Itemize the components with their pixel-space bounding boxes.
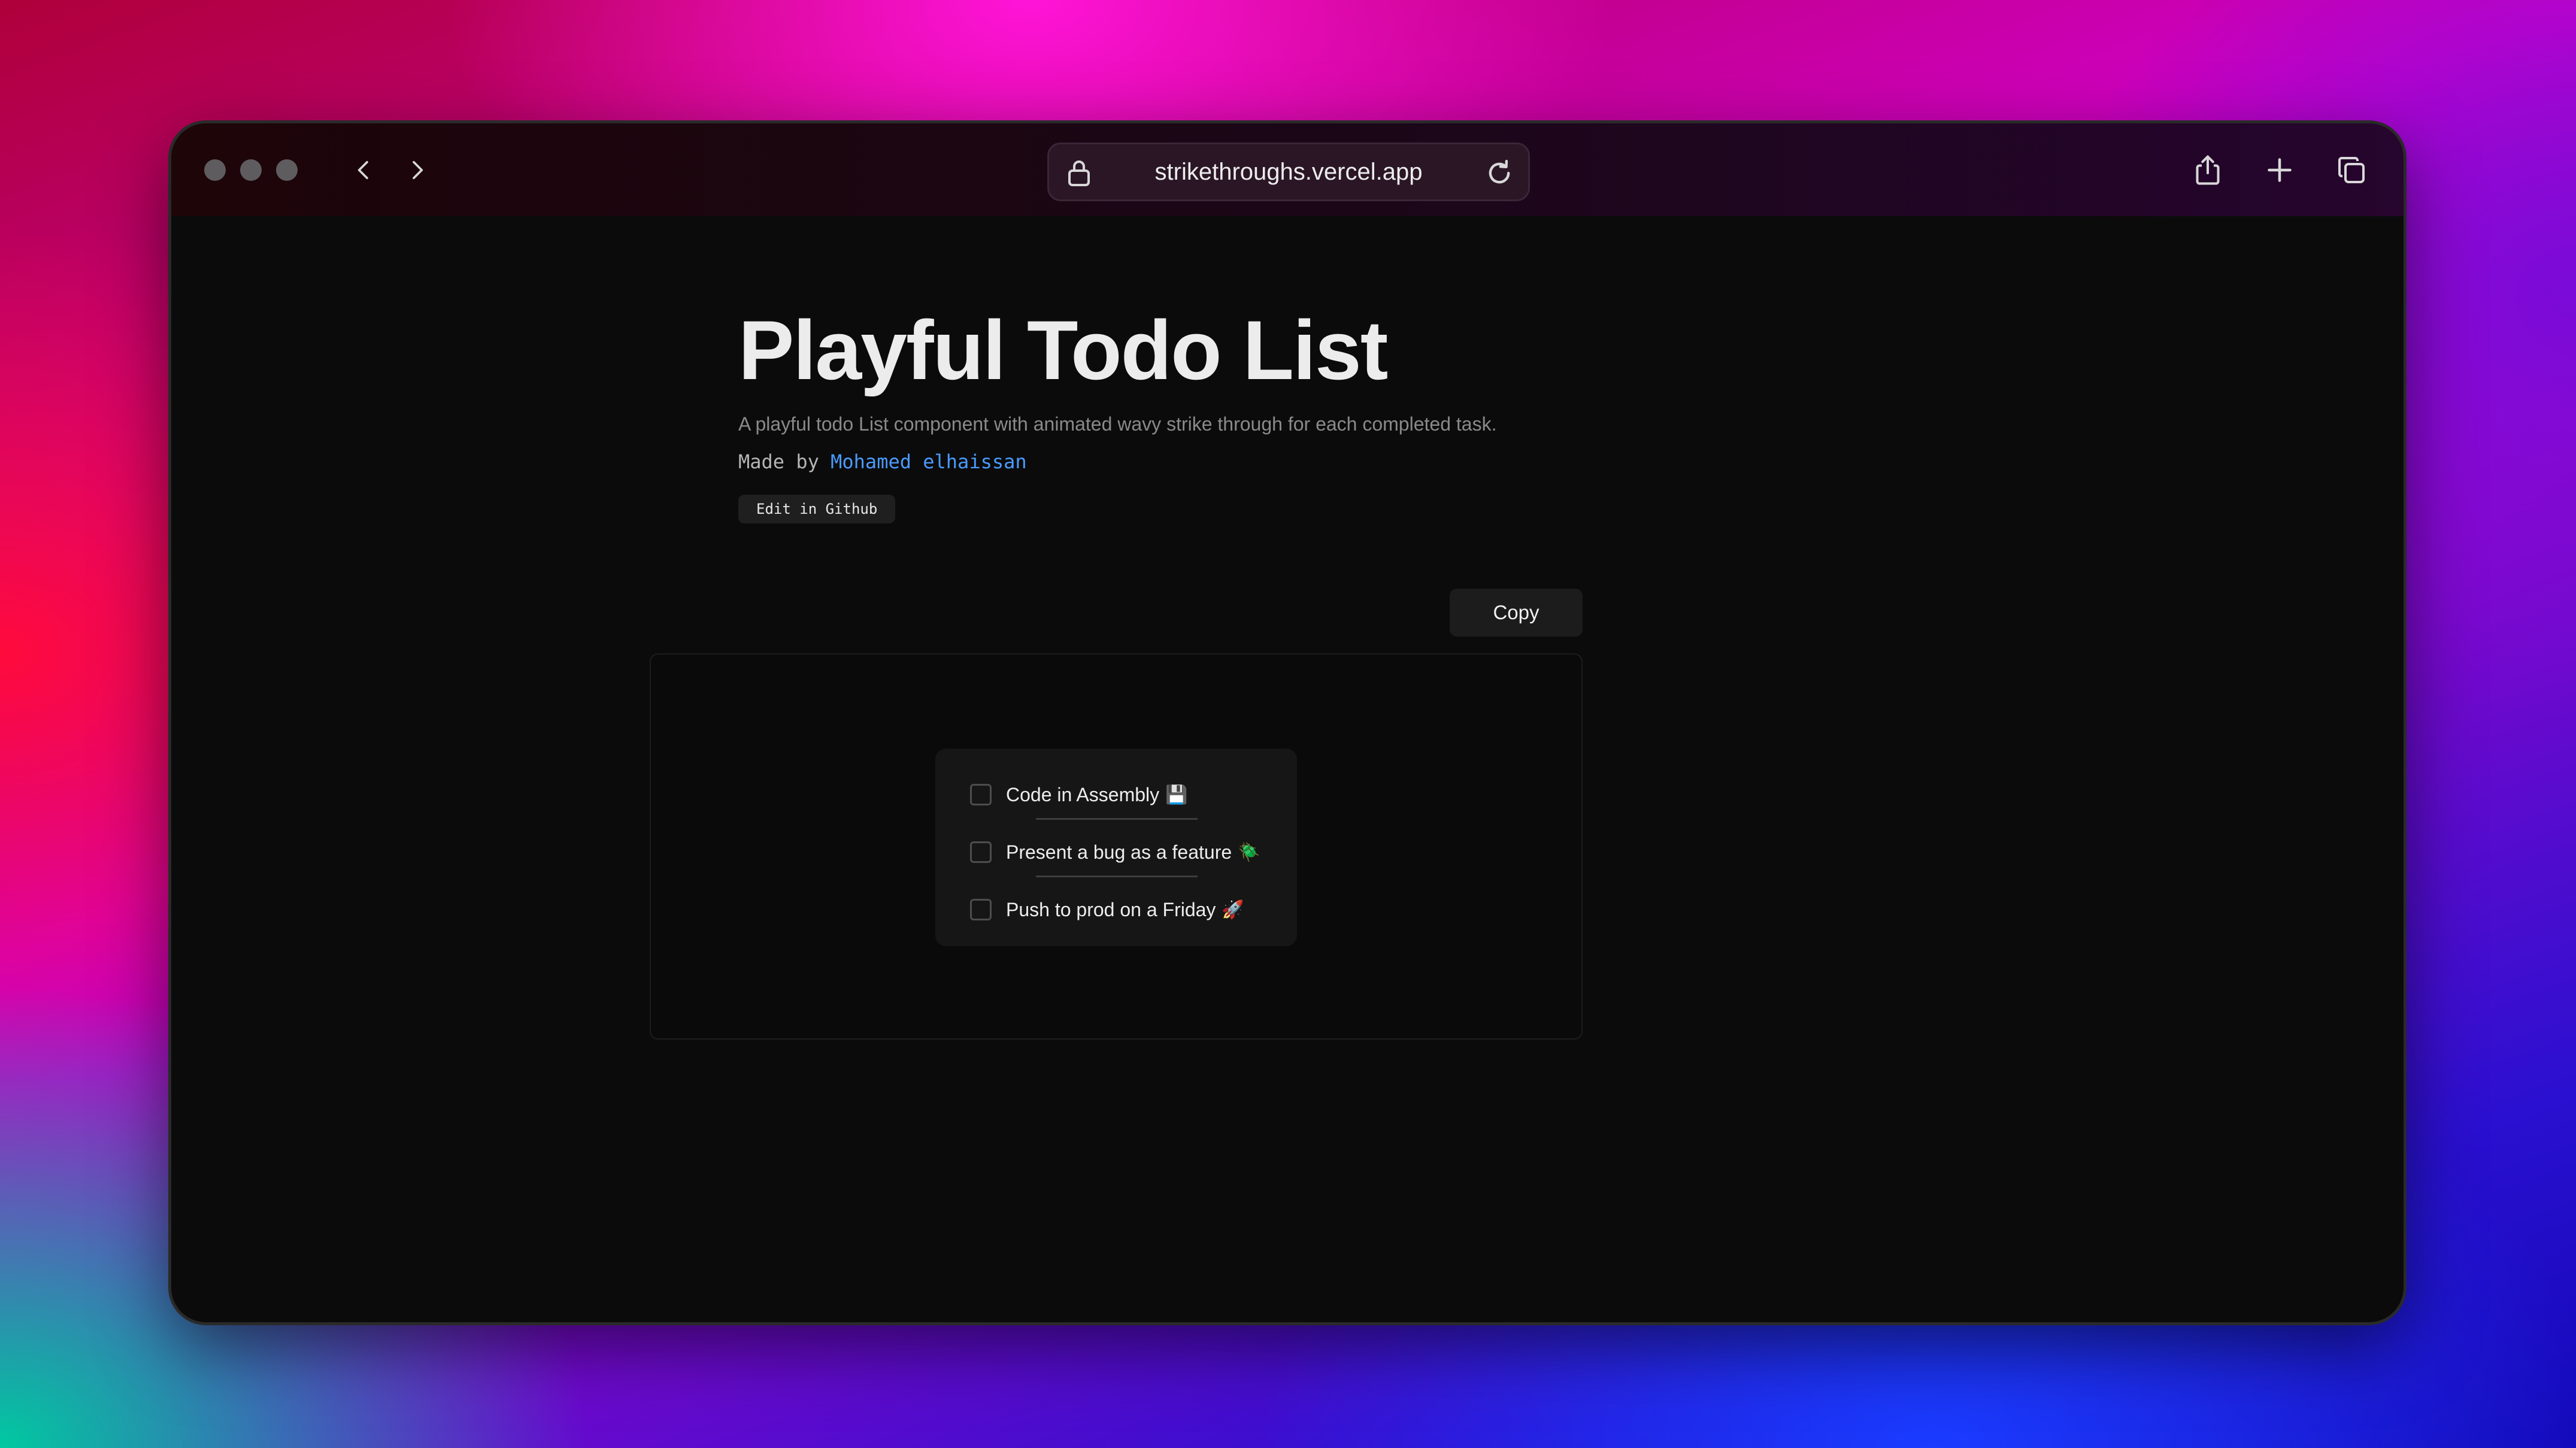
rocket-icon: 🚀: [1222, 899, 1244, 920]
minimize-window-button[interactable]: [240, 159, 262, 181]
new-tab-button[interactable]: [2262, 152, 2298, 188]
plus-icon: [2268, 158, 2292, 182]
todo-checkbox[interactable]: [970, 899, 992, 920]
todo-list: Code in Assembly 💾 Present a bug as a fe…: [935, 749, 1297, 946]
todo-label: Push to prod on a Friday: [1006, 898, 1216, 920]
tab-overview-button[interactable]: [2333, 152, 2369, 188]
back-button[interactable]: [348, 155, 380, 186]
maximize-window-button[interactable]: [276, 159, 298, 181]
chevron-left-icon: [357, 160, 368, 180]
tabs-icon: [2338, 157, 2365, 183]
todo-divider: [1036, 876, 1198, 877]
author-link[interactable]: Mohamed elhaissan: [831, 450, 1027, 473]
share-button[interactable]: [2190, 152, 2226, 188]
url-text: strikethroughs.vercel.app: [1154, 159, 1423, 185]
byline-prefix: Made by: [738, 450, 819, 473]
byline: Made by Mohamed elhaissan: [738, 450, 1027, 473]
todo-divider: [1036, 818, 1198, 820]
close-window-button[interactable]: [204, 159, 226, 181]
copy-button[interactable]: Copy: [1450, 589, 1583, 637]
todo-item[interactable]: Push to prod on a Friday 🚀: [970, 892, 1244, 928]
todo-checkbox[interactable]: [970, 841, 992, 863]
edit-in-github-button[interactable]: Edit in Github: [738, 495, 896, 523]
page-title: Playful Todo List: [738, 303, 1388, 397]
todo-label: Present a bug as a feature: [1006, 841, 1232, 863]
reload-icon[interactable]: [1484, 157, 1515, 189]
browser-toolbar: strikethroughs.vercel.app: [171, 123, 2404, 216]
todo-checkbox[interactable]: [970, 784, 992, 805]
share-icon: [2196, 155, 2220, 185]
address-bar[interactable]: strikethroughs.vercel.app: [1047, 143, 1530, 201]
floppy-disk-icon: 💾: [1165, 784, 1188, 805]
bug-icon: 🪲: [1238, 842, 1260, 862]
forward-button[interactable]: [401, 155, 432, 186]
todo-label: Code in Assembly: [1006, 783, 1160, 805]
page-subtitle: A playful todo List component with anima…: [738, 413, 1497, 435]
todo-item[interactable]: Code in Assembly 💾: [970, 777, 1187, 813]
chevron-right-icon: [413, 160, 423, 180]
todo-item[interactable]: Present a bug as a feature 🪲: [970, 834, 1260, 870]
